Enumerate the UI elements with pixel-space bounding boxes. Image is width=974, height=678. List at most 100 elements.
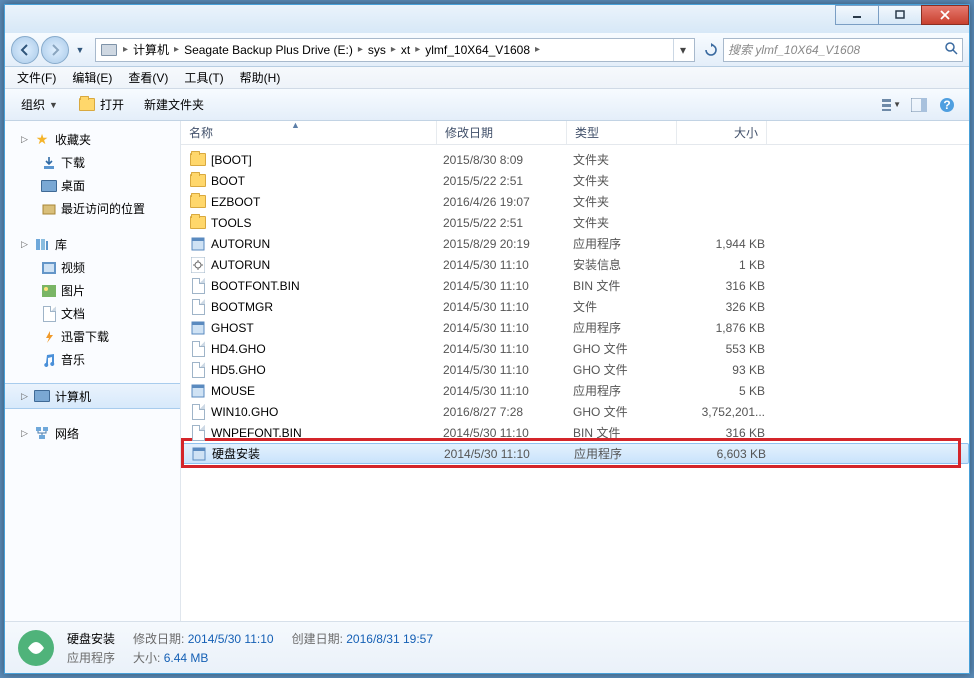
breadcrumb-item[interactable]: 计算机 [131,41,171,58]
breadcrumb-dropdown[interactable]: ▾ [673,39,692,61]
file-name: GHOST [211,321,443,335]
menu-edit[interactable]: 编辑(E) [64,69,120,86]
file-type: 应用程序 [574,445,684,462]
file-icon [189,298,207,316]
menu-help[interactable]: 帮助(H) [232,69,289,86]
back-button[interactable] [11,36,39,64]
help-button[interactable]: ? [937,95,957,115]
search-icon[interactable] [944,41,958,58]
preview-pane-button[interactable] [909,95,929,115]
file-row[interactable]: AUTORUN2015/8/29 20:19应用程序1,944 KB [181,233,969,254]
column-type[interactable]: 类型 [567,121,677,144]
file-row[interactable]: HD5.GHO2014/5/30 11:10GHO 文件93 KB [181,359,969,380]
file-icon [189,235,207,253]
video-icon [41,260,57,276]
file-type: 应用程序 [573,235,683,252]
file-size: 316 KB [683,426,765,440]
sidebar-item-recent[interactable]: 最近访问的位置 [5,197,180,220]
forward-button[interactable] [41,36,69,64]
sidebar-item-documents[interactable]: 文档 [5,302,180,325]
file-name: BOOT [211,174,443,188]
file-row[interactable]: WNPEFONT.BIN2014/5/30 11:10BIN 文件316 KB [181,422,969,443]
sidebar-computer[interactable]: ▷计算机 [5,383,180,409]
file-icon [189,151,207,169]
file-date: 2014/5/30 11:10 [443,258,573,272]
file-date: 2014/5/30 11:10 [443,384,573,398]
command-bar: 组织▼ 打开 新建文件夹 ▼ ? [5,89,969,121]
file-date: 2015/8/29 20:19 [443,237,573,251]
file-row[interactable]: MOUSE2014/5/30 11:10应用程序5 KB [181,380,969,401]
breadcrumb-item[interactable]: sys [366,43,388,57]
search-input[interactable]: 搜索 ylmf_10X64_V1608 [723,38,963,62]
file-name: [BOOT] [211,153,443,167]
minimize-button[interactable] [835,5,879,25]
open-icon [78,96,96,114]
file-name: BOOTFONT.BIN [211,279,443,293]
file-name: AUTORUN [211,237,443,251]
column-size[interactable]: 大小 [677,121,767,144]
sidebar-item-pictures[interactable]: 图片 [5,279,180,302]
file-size: 1 KB [683,258,765,272]
file-size: 553 KB [683,342,765,356]
file-icon [189,382,207,400]
file-icon [189,193,207,211]
view-options-button[interactable]: ▼ [881,95,901,115]
open-button[interactable]: 打开 [68,92,134,118]
sidebar-item-downloads[interactable]: 下载 [5,151,180,174]
document-icon [41,306,57,322]
menu-file[interactable]: 文件(F) [9,69,64,86]
sidebar-libraries[interactable]: ▷库 [5,232,180,256]
file-icon [189,361,207,379]
new-folder-button[interactable]: 新建文件夹 [134,92,214,117]
recent-icon [41,201,57,217]
details-size: 6.44 MB [164,651,209,665]
file-row[interactable]: 硬盘安装2014/5/30 11:10应用程序6,603 KB [181,443,969,464]
file-row[interactable]: HD4.GHO2014/5/30 11:10GHO 文件553 KB [181,338,969,359]
column-date[interactable]: 修改日期 [437,121,567,144]
file-name: WIN10.GHO [211,405,443,419]
breadcrumb-item[interactable]: ylmf_10X64_V1608 [423,43,532,57]
file-date: 2014/5/30 11:10 [443,426,573,440]
menu-tools[interactable]: 工具(T) [176,69,231,86]
sidebar-network[interactable]: ▷网络 [5,421,180,445]
svg-text:?: ? [943,98,950,112]
thunder-icon [41,329,57,345]
sidebar-item-music[interactable]: 音乐 [5,348,180,371]
maximize-button[interactable] [878,5,922,25]
network-icon [33,424,51,442]
breadcrumb-item[interactable]: Seagate Backup Plus Drive (E:) [182,43,355,57]
file-name: 硬盘安装 [212,445,444,462]
file-row[interactable]: TOOLS2015/5/22 2:51文件夹 [181,212,969,233]
file-row[interactable]: GHOST2014/5/30 11:10应用程序1,876 KB [181,317,969,338]
details-name: 硬盘安装 [67,630,115,647]
menu-view[interactable]: 查看(V) [120,69,176,86]
navigation-pane: ▷★收藏夹 下载 桌面 最近访问的位置 ▷库 视频 图片 文档 迅雷下载 音乐 … [5,121,181,621]
sidebar-favorites[interactable]: ▷★收藏夹 [5,127,180,151]
history-dropdown[interactable]: ▼ [71,39,89,61]
file-size: 6,603 KB [684,447,766,461]
picture-icon [41,283,57,299]
file-type: GHO 文件 [573,403,683,420]
address-bar[interactable]: ▸ 计算机 ▸ Seagate Backup Plus Drive (E:) ▸… [95,38,695,62]
column-headers: ▲ 名称 修改日期 类型 大小 [181,121,969,145]
sidebar-item-thunder[interactable]: 迅雷下载 [5,325,180,348]
sidebar-item-desktop[interactable]: 桌面 [5,174,180,197]
file-row[interactable]: BOOT2015/5/22 2:51文件夹 [181,170,969,191]
file-row[interactable]: BOOTFONT.BIN2014/5/30 11:10BIN 文件316 KB [181,275,969,296]
organize-button[interactable]: 组织▼ [11,92,68,117]
file-name: HD4.GHO [211,342,443,356]
file-row[interactable]: [BOOT]2015/8/30 8:09文件夹 [181,149,969,170]
star-icon: ★ [33,130,51,148]
refresh-button[interactable] [699,38,723,62]
file-row[interactable]: AUTORUN2014/5/30 11:10安装信息1 KB [181,254,969,275]
sidebar-item-videos[interactable]: 视频 [5,256,180,279]
breadcrumb-item[interactable]: xt [399,43,412,57]
location-icon [100,41,118,59]
file-row[interactable]: BOOTMGR2014/5/30 11:10文件326 KB [181,296,969,317]
file-type: 文件夹 [573,151,683,168]
chevron-down-icon: ▼ [49,100,58,110]
file-row[interactable]: EZBOOT2016/4/26 19:07文件夹 [181,191,969,212]
file-row[interactable]: WIN10.GHO2016/8/27 7:28GHO 文件3,752,201..… [181,401,969,422]
close-button[interactable] [921,5,969,25]
column-name[interactable]: 名称 [181,121,437,144]
